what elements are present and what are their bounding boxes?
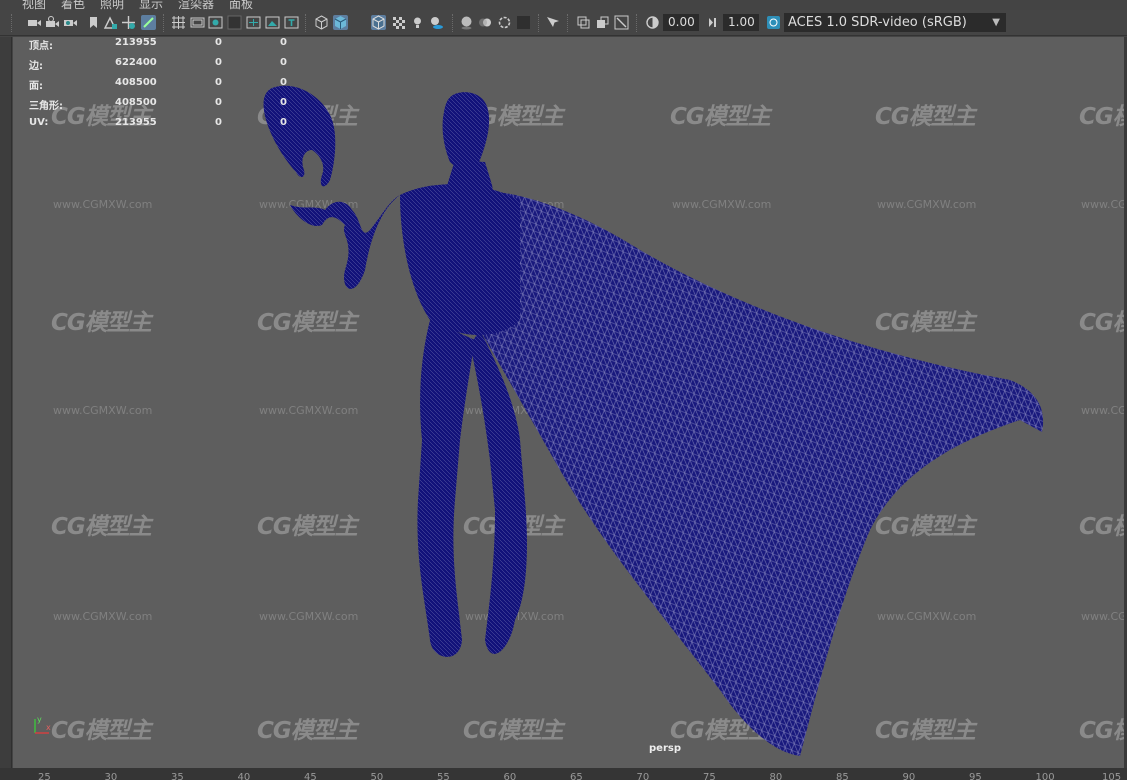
menu-lighting[interactable]: 照明 (100, 0, 124, 10)
timeline-ruler[interactable]: 25 30 35 40 45 50 55 60 65 70 75 80 85 90 95 100 105 (0, 768, 1127, 780)
hud-value: 0 (280, 117, 287, 128)
wireframe-icon[interactable] (314, 15, 329, 30)
motion-blur-icon[interactable] (478, 15, 493, 30)
hud-value: 0 (280, 97, 287, 108)
timeline-tick: 75 (703, 772, 716, 780)
hud-value: 0 (280, 57, 287, 68)
menu-renderer[interactable]: 渲染器 (178, 0, 214, 10)
xray-joints-icon[interactable] (595, 15, 610, 30)
chevron-down-icon: ▼ (992, 17, 1000, 28)
viewport-toolbar: ACES 1.0 SDR-video (sRGB) ▼ (0, 10, 1127, 36)
hud-value: 0 (215, 77, 222, 88)
axis-gizmo: y x (34, 715, 51, 734)
timeline-tick: 65 (570, 772, 583, 780)
timeline-tick: 70 (636, 772, 650, 780)
timeline-tick: 55 (437, 772, 450, 780)
field-chart-icon[interactable] (246, 15, 261, 30)
gamma-icon[interactable] (705, 15, 720, 30)
grease-pencil-icon[interactable] (141, 15, 156, 30)
camera-attributes-icon[interactable] (63, 15, 78, 30)
exposure-field[interactable] (663, 14, 699, 31)
hud-value: 0 (215, 117, 222, 128)
axis-y-label: y (37, 715, 42, 724)
ambient-occlusion-icon[interactable] (459, 15, 474, 30)
antialias-icon[interactable] (497, 15, 512, 30)
menu-shading[interactable]: 着色 (61, 0, 85, 10)
hud-row-uvs: UV: 213955 0 0 (29, 117, 309, 131)
smooth-shade-icon[interactable] (333, 15, 348, 30)
hud-value: 408500 (115, 77, 157, 88)
grid-icon[interactable] (171, 15, 186, 30)
hud-value: 0 (215, 57, 222, 68)
lights-icon[interactable] (410, 15, 425, 30)
timeline-tick: 30 (104, 772, 118, 780)
hud-row-edges: 边: 622400 0 0 (29, 57, 309, 72)
xray-icon[interactable] (576, 15, 591, 30)
image-plane-icon[interactable] (103, 15, 118, 30)
hud-value: 408500 (115, 97, 157, 108)
color-management-icon[interactable] (766, 15, 781, 30)
resolution-gate-icon[interactable] (208, 15, 223, 30)
depth-of-field-icon[interactable] (516, 15, 531, 30)
gamma-field[interactable] (723, 14, 759, 31)
left-frame (0, 37, 12, 768)
safe-title-icon[interactable] (284, 15, 299, 30)
hud-label: 边: (29, 61, 43, 72)
viewport[interactable]: CG模型主CG模型主CG模型主CG模型主CG模型主CG模型主CG模型主CG模型主… (13, 37, 1127, 768)
menu-view[interactable]: 视图 (22, 0, 46, 10)
bookmark-icon[interactable] (86, 15, 101, 30)
timeline-tick: 105 (1102, 772, 1122, 780)
hud-label: 顶点: (29, 41, 53, 52)
hud-label: 三角形: (29, 101, 63, 112)
menu-show[interactable]: 显示 (139, 0, 163, 10)
hud-value: 0 (215, 97, 222, 108)
safe-action-icon[interactable] (265, 15, 280, 30)
color-management-dropdown[interactable]: ACES 1.0 SDR-video (sRGB) ▼ (784, 13, 1006, 32)
camera-lock-icon[interactable] (45, 15, 60, 30)
hud-value: 0 (215, 37, 222, 48)
xray-components-icon[interactable] (614, 15, 629, 30)
isolate-select-icon[interactable] (545, 15, 560, 30)
two-d-pan-icon[interactable] (121, 15, 136, 30)
shadows-icon[interactable] (429, 15, 444, 30)
timeline-tick: 45 (304, 772, 317, 780)
hud-row-faces: 面: 408500 0 0 (29, 77, 309, 92)
gate-mask-icon[interactable] (227, 15, 242, 30)
axis-x-label: x (46, 723, 51, 732)
wireframe-on-shaded-icon[interactable] (371, 15, 386, 30)
hud-value: 213955 (115, 37, 157, 48)
camera-name-label: persp (649, 743, 681, 754)
film-gate-icon[interactable] (190, 15, 205, 30)
textured-icon[interactable] (391, 15, 406, 30)
timeline-tick: 90 (902, 772, 916, 780)
timeline-tick: 100 (1035, 772, 1055, 780)
timeline-tick: 80 (769, 772, 783, 780)
timeline-tick: 35 (171, 772, 184, 780)
hud-label: 面: (29, 81, 43, 92)
camera-select-icon[interactable] (27, 15, 42, 30)
timeline-tick: 95 (969, 772, 982, 780)
hud-value: 0 (280, 37, 287, 48)
menu-bar: 视图 着色 照明 显示 渲染器 面板 (0, 0, 1127, 10)
hud-value: 213955 (115, 117, 157, 128)
timeline-tick: 40 (237, 772, 251, 780)
hud-row-triangles: 三角形: 408500 0 0 (29, 97, 309, 112)
hud-value: 622400 (115, 57, 157, 68)
timeline-tick: 60 (503, 772, 517, 780)
hud-row-vertices: 顶点: 213955 0 0 (29, 37, 309, 52)
menu-panels[interactable]: 面板 (229, 0, 253, 10)
timeline-tick: 85 (836, 772, 849, 780)
color-management-value: ACES 1.0 SDR-video (sRGB) (788, 15, 967, 30)
hud-value: 0 (280, 77, 287, 88)
timeline-tick: 50 (370, 772, 384, 780)
hud-label: UV: (29, 117, 49, 128)
exposure-icon[interactable] (645, 15, 660, 30)
timeline-tick: 25 (38, 772, 51, 780)
wireframe-mesh[interactable] (13, 37, 1127, 768)
